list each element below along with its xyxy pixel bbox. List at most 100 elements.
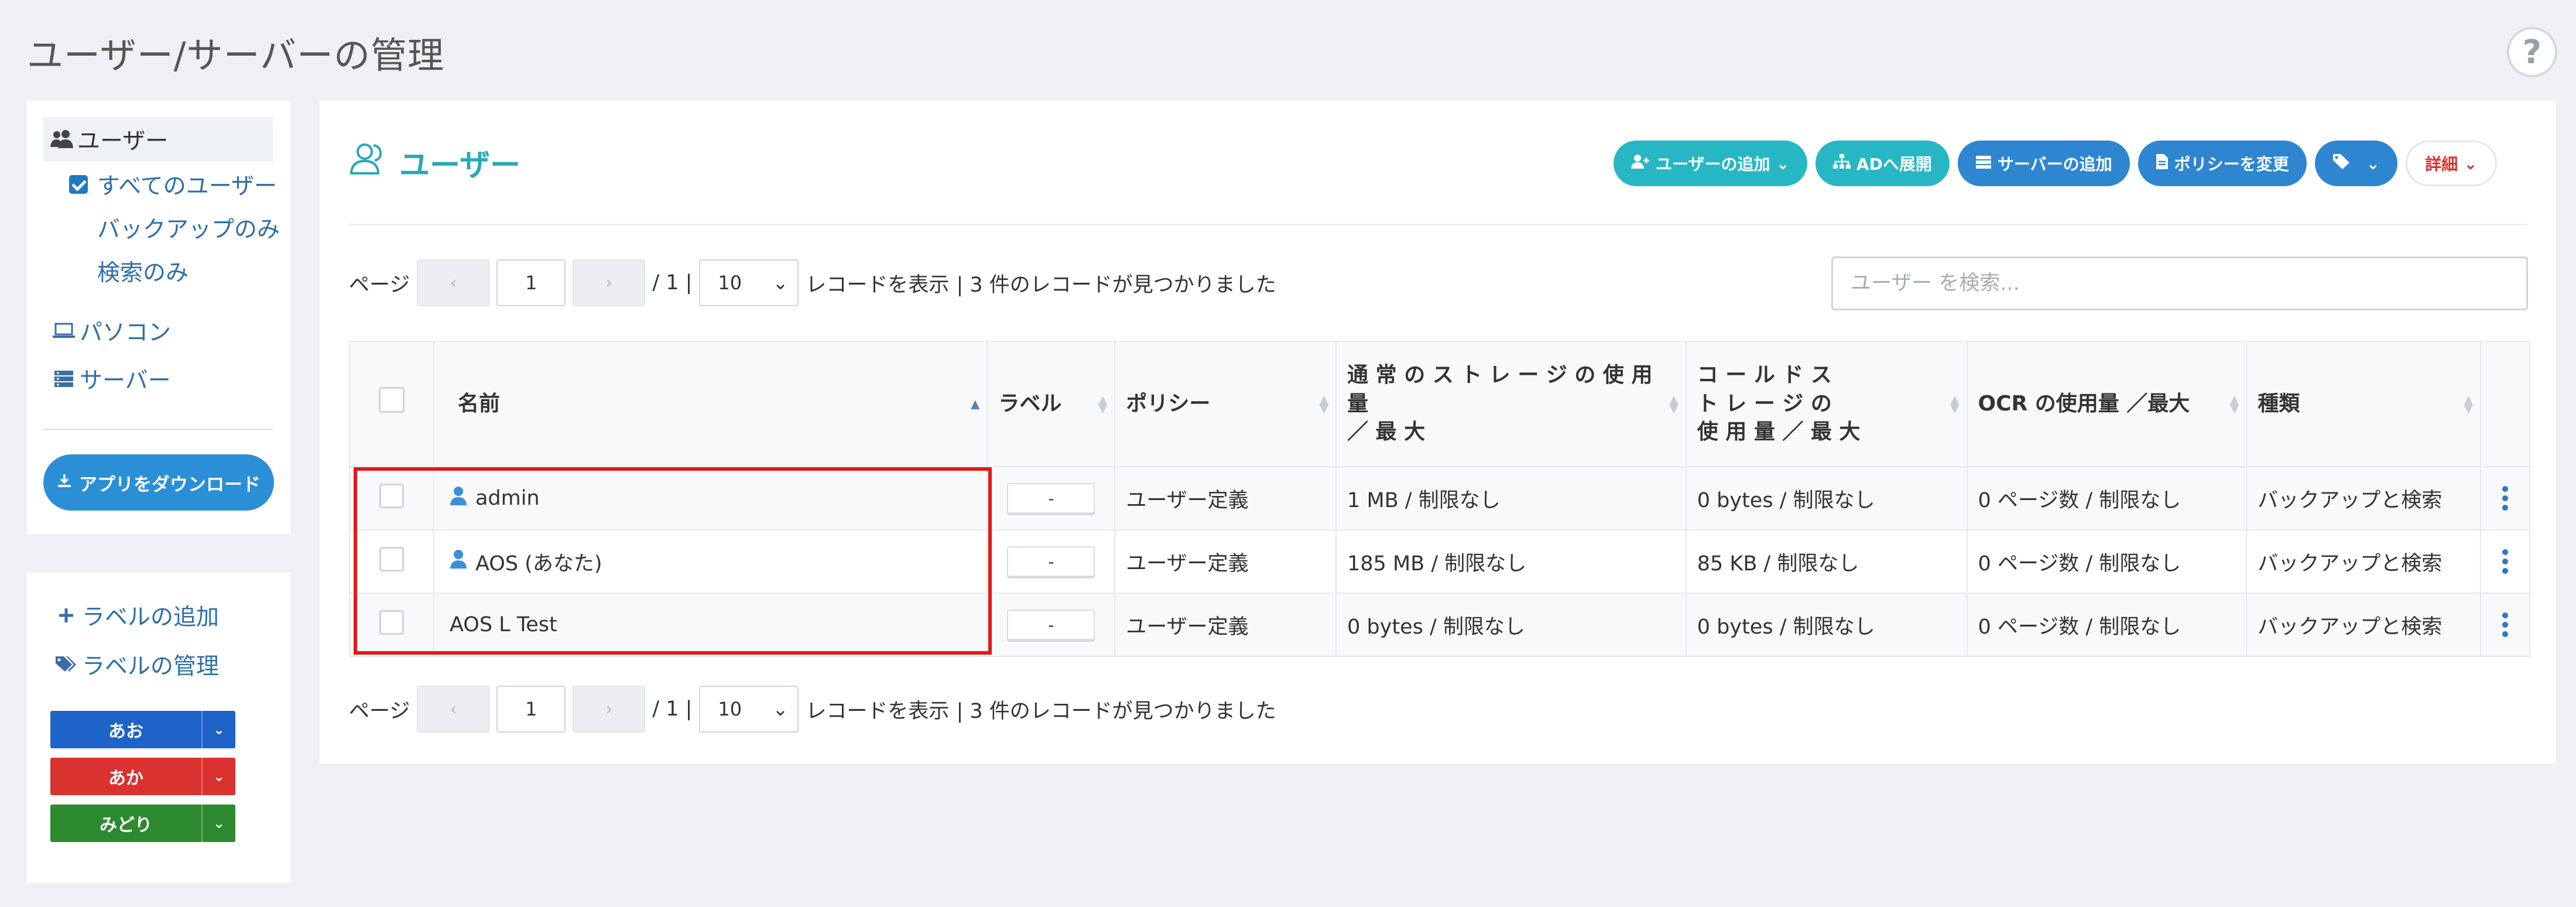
help-icon[interactable]: ?	[2507, 27, 2557, 77]
add-server-button[interactable]: サーバーの追加	[1957, 141, 2130, 186]
name-cell[interactable]: AOS L Test	[433, 593, 988, 657]
label-select-button[interactable]: -	[1007, 546, 1095, 577]
add-label-link[interactable]: ラベルの追加	[50, 595, 219, 636]
label-name: あか	[108, 768, 143, 789]
per-page-value: 10	[718, 272, 742, 294]
actions-cell[interactable]	[2479, 593, 2531, 657]
row-select-cell[interactable]	[349, 529, 434, 594]
label-select-button[interactable]: -	[1007, 610, 1095, 640]
sidebar-labels-card: ラベルの追加 ラベルの管理 あお ⌄ あか ⌄ みどり ⌄	[27, 573, 290, 883]
label-select-button[interactable]: -	[1007, 483, 1095, 514]
total-pages: / 1 |	[652, 697, 693, 721]
page-number-input[interactable]	[496, 259, 566, 306]
policy-cell: ユーザー定義	[1114, 529, 1337, 594]
user-name: admin	[475, 487, 540, 510]
header-select-all[interactable]	[349, 341, 434, 467]
change-policy-label: ポリシーを変更	[2174, 155, 2289, 174]
cold-storage-cell: 85 KB / 制限なし	[1685, 529, 1968, 594]
select-all-checkbox[interactable]	[378, 387, 405, 413]
type-cell: バックアップと検索	[2246, 466, 2481, 530]
pager-bottom: ページ ‹ › / 1 | 10 ⌄ レコードを表示 | 3 件のレコードが見つ…	[349, 684, 1276, 734]
actions-cell[interactable]	[2479, 529, 2531, 594]
chevron-down-icon: ⌄	[772, 698, 789, 720]
page-number-input[interactable]	[496, 686, 566, 733]
kebab-menu-icon[interactable]	[2492, 612, 2519, 637]
download-app-button[interactable]: アプリをダウンロード	[43, 454, 274, 511]
sidebar-item-server[interactable]: サーバー	[48, 358, 171, 399]
user-name: AOS (あなた)	[475, 552, 602, 576]
ad-deploy-button[interactable]: ADへ展開	[1815, 141, 1950, 186]
add-user-button[interactable]: ユーザーの追加 ⌄	[1614, 141, 1807, 186]
row-select-cell[interactable]	[349, 593, 434, 657]
sort-icon: ▲ ▼	[1950, 392, 1960, 415]
next-page-button[interactable]: ›	[573, 259, 646, 306]
table-row[interactable]: AOS (あなた) - ユーザー定義 185 MB / 制限なし 85 KB /…	[349, 529, 2531, 594]
kebab-menu-icon[interactable]	[2492, 486, 2519, 511]
row-checkbox[interactable]	[379, 483, 404, 508]
sidebar-item-search-only[interactable]: 検索のみ	[97, 251, 189, 292]
ocr-cell: 0 ページ数 / 制限なし	[1966, 529, 2248, 594]
chevron-down-icon[interactable]: ⌄	[201, 711, 235, 748]
chevron-down-icon[interactable]: ⌄	[201, 758, 235, 795]
plus-icon	[50, 607, 82, 624]
kebab-menu-icon[interactable]	[2492, 549, 2519, 574]
sidebar-item-pc[interactable]: パソコン	[48, 310, 171, 351]
actions-cell[interactable]	[2479, 466, 2531, 530]
sidebar-item-users[interactable]: ユーザー	[43, 117, 273, 162]
next-page-button[interactable]: ›	[573, 686, 646, 733]
per-page-select[interactable]: 10 ⌄	[699, 259, 799, 306]
download-icon	[57, 472, 72, 493]
sidebar-item-server-label: サーバー	[80, 368, 171, 394]
header-cold-storage[interactable]: コ ー ル ド スト レ ー ジ の使 用 量 ／ 最 大 ▲ ▼	[1685, 341, 1968, 467]
label-name: みどり	[100, 815, 152, 836]
row-select-cell[interactable]	[349, 466, 434, 530]
sort-icon: ▲ ▼	[2464, 392, 2473, 415]
main-title-text: ユーザー	[399, 148, 520, 183]
details-button[interactable]: 詳細 ⌄	[2406, 141, 2497, 186]
name-cell[interactable]: AOS (あなた)	[433, 529, 988, 594]
table-row[interactable]: AOS L Test - ユーザー定義 0 bytes / 制限なし 0 byt…	[349, 593, 2531, 657]
table-header-row: 名前 ▲ ラベル ▲ ▼ ポリシー ▲ ▼ 通 常 の ス ト レ ー ジ の 使 用 量…	[349, 341, 2531, 467]
table-row[interactable]: admin - ユーザー定義 1 MB / 制限なし 0 bytes / 制限な…	[349, 466, 2531, 530]
tag-dropdown-button[interactable]: ⌄	[2314, 141, 2398, 186]
header-policy[interactable]: ポリシー ▲ ▼	[1114, 341, 1337, 467]
label-name: あお	[108, 721, 143, 742]
users-table: 名前 ▲ ラベル ▲ ▼ ポリシー ▲ ▼ 通 常 の ス ト レ ー ジ の 使 用 量…	[349, 341, 2531, 657]
row-checkbox[interactable]	[379, 546, 404, 571]
per-page-select[interactable]: 10 ⌄	[699, 686, 799, 733]
prev-page-button[interactable]: ‹	[417, 686, 490, 733]
policy-cell: ユーザー定義	[1114, 466, 1337, 530]
header-storage[interactable]: 通 常 の ス ト レ ー ジ の 使 用 量 ／ 最 大 ▲ ▼	[1335, 341, 1687, 467]
row-checkbox[interactable]	[379, 610, 404, 635]
label-button-blue[interactable]: あお ⌄	[50, 711, 235, 748]
storage-cell: 0 bytes / 制限なし	[1335, 593, 1687, 657]
header-name[interactable]: 名前 ▲	[433, 341, 988, 467]
name-cell[interactable]: admin	[433, 466, 988, 530]
pager-top: ページ ‹ › / 1 | 10 ⌄ レコードを表示 | 3 件のレコードが見つ…	[349, 258, 1276, 308]
header-ocr[interactable]: OCR の使用量 ／最大 ▲ ▼	[1966, 341, 2248, 467]
show-records-label: レコードを表示	[806, 273, 950, 297]
document-icon	[2156, 153, 2169, 174]
label-cell[interactable]: -	[986, 466, 1116, 530]
label-button-green[interactable]: みどり ⌄	[50, 805, 235, 842]
sort-icon: ▲ ▼	[1669, 392, 1678, 415]
label-button-red[interactable]: あか ⌄	[50, 758, 235, 795]
header-type[interactable]: 種類 ▲ ▼	[2246, 341, 2481, 467]
manage-labels-link[interactable]: ラベルの管理	[50, 644, 219, 685]
search-input[interactable]	[1831, 256, 2528, 310]
records-found: | 3 件のレコードが見つかりました	[956, 273, 1276, 297]
label-cell[interactable]: -	[986, 529, 1116, 594]
sidebar-item-backup-only[interactable]: バックアップのみ	[97, 207, 280, 248]
prev-page-button[interactable]: ‹	[417, 259, 490, 306]
change-policy-button[interactable]: ポリシーを変更	[2137, 141, 2307, 186]
label-cell[interactable]: -	[986, 593, 1116, 657]
header-cold-line1: コ ー ル ド ス	[1697, 363, 1832, 388]
sidebar-item-all-users[interactable]: すべてのユーザー	[69, 164, 277, 205]
header-actions	[2479, 341, 2531, 467]
checkbox-checked-icon	[69, 175, 88, 194]
header-label[interactable]: ラベル ▲ ▼	[986, 341, 1116, 467]
sidebar-divider	[43, 429, 273, 430]
toolbar: ユーザーの追加 ⌄ ADへ展開 サーバーの追加 ポリシーを変更 ⌄ 詳細 ⌄	[1614, 141, 2497, 186]
title-divider	[349, 224, 2527, 225]
chevron-down-icon[interactable]: ⌄	[201, 805, 235, 842]
